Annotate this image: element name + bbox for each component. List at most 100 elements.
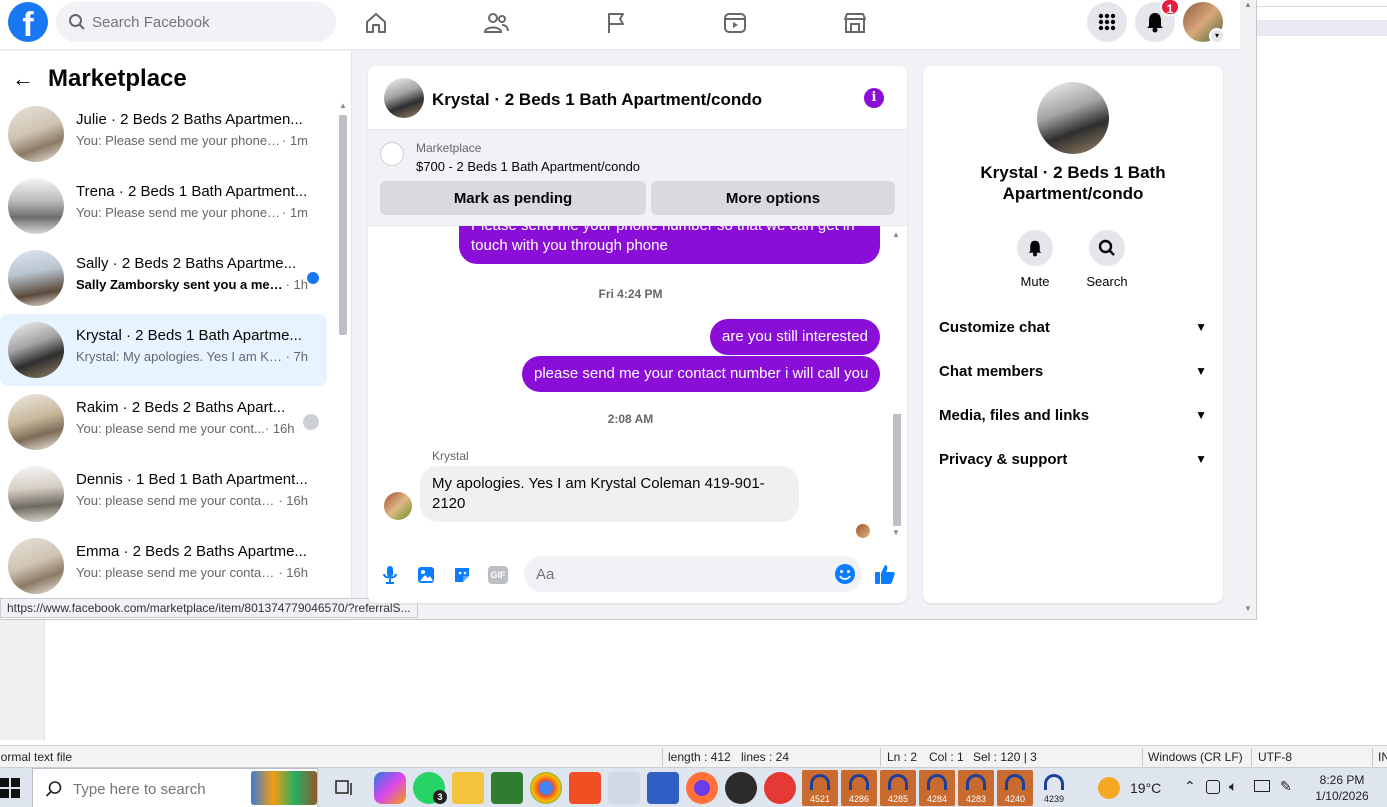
mute-action[interactable]: Mute [1005,230,1065,289]
ticket-app-4521[interactable]: 4521 [802,770,838,806]
message-input-box[interactable] [524,556,862,592]
firefox-app-icon[interactable] [686,772,718,804]
info-avatar[interactable] [1037,82,1109,154]
scroll-down-arrow-icon[interactable]: ▼ [1244,604,1252,613]
customize-chat-row[interactable]: Customize chat ▼ [939,309,1207,345]
listing-thumbnail-circle[interactable] [380,142,404,166]
outgoing-message[interactable]: are you still interested [710,319,880,355]
window-scrollbar[interactable]: ▲ ▼ [1241,0,1256,619]
info-icon[interactable]: i [864,88,884,108]
scroll-up-arrow-icon[interactable]: ▲ [892,230,900,239]
taskbar-search-box[interactable] [32,768,318,807]
editor-selection-highlight [1257,20,1387,36]
outgoing-message[interactable]: please send me your contact number i wil… [522,356,881,392]
chrome-app-icon[interactable] [530,772,562,804]
watch-video-icon[interactable] [718,8,752,38]
mute-label: Mute [1020,274,1050,289]
volume-icon[interactable]: 🔈︎ [1229,778,1237,795]
scroll-up-arrow-icon[interactable]: ▲ [1244,0,1252,9]
chevron-down-icon: ▼ [1195,320,1207,334]
status-column: Col : 1 [929,750,964,764]
chat-title[interactable]: Krystal · 2 Beds 1 Bath Apartment/condo [432,90,762,110]
photo-icon[interactable] [415,564,437,586]
whatsapp-app-icon[interactable]: 3 [413,772,447,804]
chat-scrollbar[interactable]: ▲ ▼ [891,230,903,540]
mark-as-pending-button[interactable]: Mark as pending [380,181,646,215]
ticket-app-4286[interactable]: 4286 [841,770,877,806]
facebook-logo-icon[interactable]: f [8,2,48,44]
incoming-message[interactable]: My apologies. Yes I am Krystal Coleman 4… [420,466,799,522]
search-box[interactable] [56,2,336,42]
chevron-up-icon[interactable]: ⌃ [1184,778,1196,795]
conversation-snippet: Krystal: My apologies. Yes I am Kry... ·… [76,349,308,364]
media-app-icon[interactable] [725,772,757,804]
listing-thumbnail [8,394,64,450]
chat-avatar[interactable] [384,78,424,118]
ticket-app-4283[interactable]: 4283 [958,770,994,806]
weather-icon[interactable] [1098,777,1120,799]
anydesk-app-icon[interactable] [569,772,601,804]
conversation-item-krystal[interactable]: Krystal · 2 Beds 1 Bath Apartme... Kryst… [0,314,327,386]
marketplace-store-icon[interactable] [838,8,872,38]
taskbar-clock[interactable]: 8:26 PM 1/10/2026 [1304,772,1380,804]
gif-icon[interactable]: GIF [487,564,509,586]
file-explorer-icon[interactable] [452,772,484,804]
ticket-app-4284[interactable]: 4284 [919,770,955,806]
chat-members-row[interactable]: Chat members ▼ [939,353,1207,389]
ticket-app-4240[interactable]: 4240 [997,770,1033,806]
search-action[interactable]: Search [1077,230,1137,289]
brave-app-icon[interactable] [647,772,679,804]
microphone-icon[interactable] [379,564,401,586]
network-icon[interactable] [1254,780,1270,792]
pages-flag-icon[interactable] [599,8,633,38]
task-view-icon[interactable] [328,772,360,804]
scroll-down-arrow-icon[interactable]: ▼ [892,528,900,537]
media-files-links-row[interactable]: Media, files and links ▼ [939,397,1207,433]
more-options-button[interactable]: More options [651,181,895,215]
thumbs-up-icon[interactable] [873,562,897,586]
conversation-item-emma[interactable]: Emma · 2 Beds 2 Baths Apartme... You: pl… [0,530,327,602]
menu-grid-button[interactable] [1087,2,1127,42]
listing-price[interactable]: $700 - 2 Beds 1 Bath Apartment/condo [416,159,640,174]
emoji-icon[interactable] [834,563,856,585]
conversation-title: Rakim · 2 Beds 2 Baths Apart... [76,399,286,416]
search-input[interactable] [92,12,322,32]
sticker-icon[interactable] [451,564,473,586]
scrollbar-thumb[interactable] [893,414,901,526]
conversation-item-dennis[interactable]: Dennis · 1 Bed 1 Bath Apartment... You: … [0,458,327,530]
scrollbar-thumb[interactable] [339,115,347,335]
paint-app-icon[interactable] [608,772,640,804]
windows-start-icon[interactable] [0,778,20,798]
back-arrow-icon[interactable]: ← [12,66,34,92]
red-app-icon[interactable] [764,772,796,804]
chevron-down-icon: ▼ [1195,364,1207,378]
listing-thumbnail [8,466,64,522]
sidebar-scrollbar[interactable]: ▲ [337,51,349,619]
conversation-snippet: You: please send me your contact... · 16… [76,565,308,580]
conversation-info-panel: Krystal · 2 Beds 1 Bath Apartment/condo … [923,66,1223,603]
scroll-up-arrow-icon[interactable]: ▲ [339,101,347,110]
chevron-down-icon[interactable]: ▾ [1209,28,1225,44]
ticket-app-4285[interactable]: 4285 [880,770,916,806]
meet-now-icon[interactable] [1206,780,1220,794]
friends-icon[interactable] [479,8,513,38]
conversation-item-trena[interactable]: Trena · 2 Beds 1 Bath Apartment... You: … [0,170,327,242]
conversation-snippet: You: please send me your contact... · 16… [76,493,308,508]
pen-icon[interactable]: ✎ [1280,778,1292,795]
editor-text-area[interactable] [1257,0,1387,740]
conversation-item-sally[interactable]: Sally · 2 Beds 2 Baths Apartme... Sally … [0,242,327,314]
home-icon[interactable] [359,8,393,38]
whatsapp-badge: 3 [433,790,447,804]
copilot-app-icon[interactable] [374,772,406,804]
sidebar-header: ← Marketplace [12,65,187,93]
conversation-item-julie[interactable]: Julie · 2 Beds 2 Baths Apartmen... You: … [0,98,327,170]
conversation-item-rakim[interactable]: Rakim · 2 Beds 2 Baths Apart... You: ple… [0,386,327,458]
outgoing-message[interactable]: Please send me your phone number so that… [459,226,880,264]
ticket-app-4239[interactable]: 4239 [1036,770,1072,806]
info-title: Krystal · 2 Beds 1 Bath Apartment/condo [980,163,1166,203]
spreadsheet-app-icon[interactable] [491,772,523,804]
privacy-support-row[interactable]: Privacy & support ▼ [939,441,1207,477]
weather-temperature[interactable]: 19°C [1130,780,1161,796]
message-input[interactable] [536,564,816,584]
search-icon [45,781,62,797]
